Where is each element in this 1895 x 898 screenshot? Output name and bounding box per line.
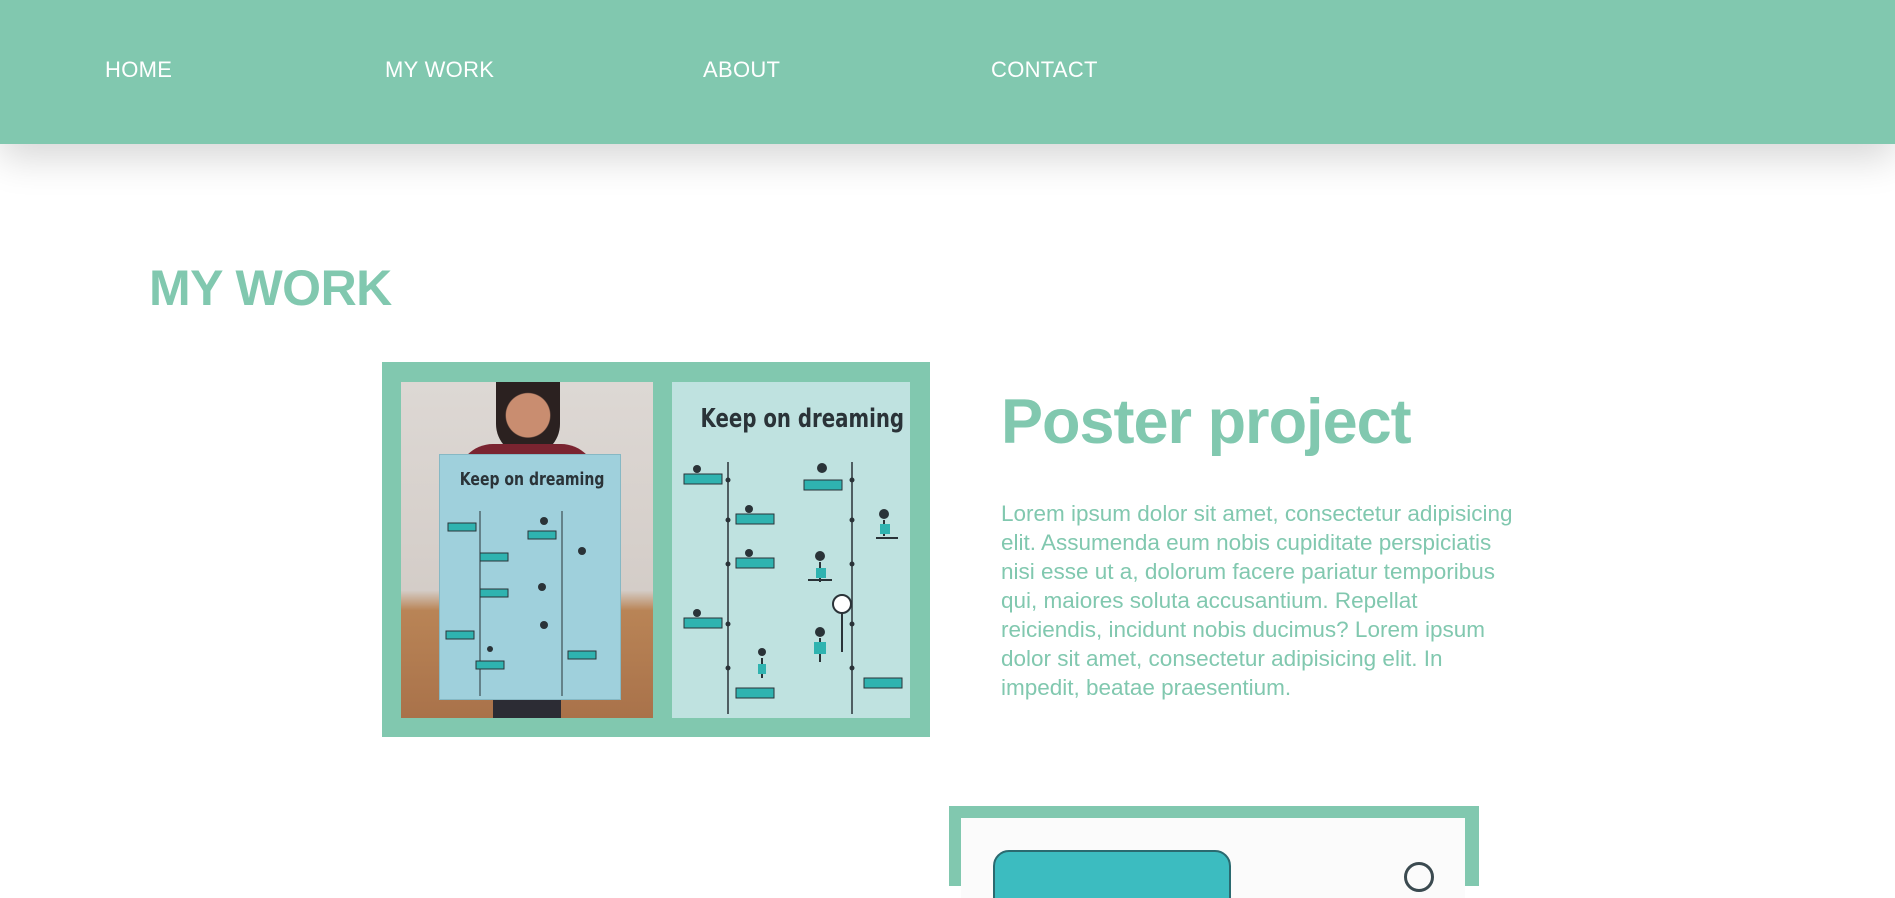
project-description: Lorem ipsum dolor sit amet, consectetur …	[1001, 501, 1513, 700]
second-project-circle	[1404, 862, 1434, 892]
person-legs	[493, 700, 561, 718]
section-title: MY WORK	[149, 260, 392, 316]
held-poster-illustration	[445, 511, 597, 696]
poster-illustration	[683, 462, 903, 714]
second-project-artwork	[961, 818, 1465, 898]
poster-artwork: Keep on dreaming	[672, 382, 910, 718]
top-navbar: HOME MY WORK ABOUT CONTACT	[0, 0, 1895, 144]
nav-link-about[interactable]: ABOUT	[703, 57, 780, 83]
poster-heading: Keep on dreaming	[700, 404, 905, 434]
nav-link-home[interactable]: HOME	[105, 57, 172, 83]
held-poster-heading: Keep on dreaming	[459, 469, 605, 490]
nav-link-my-work[interactable]: MY WORK	[385, 57, 494, 83]
second-project-image[interactable]	[949, 806, 1479, 898]
nav-link-contact[interactable]: CONTACT	[991, 57, 1098, 83]
second-project-shape	[993, 850, 1231, 898]
held-poster: Keep on dreaming	[439, 454, 621, 700]
poster-project-image[interactable]: Keep on dreaming Keep on dreaming	[382, 362, 930, 737]
project-title: Poster project	[1001, 387, 1412, 457]
poster-photo: Keep on dreaming	[401, 382, 653, 718]
